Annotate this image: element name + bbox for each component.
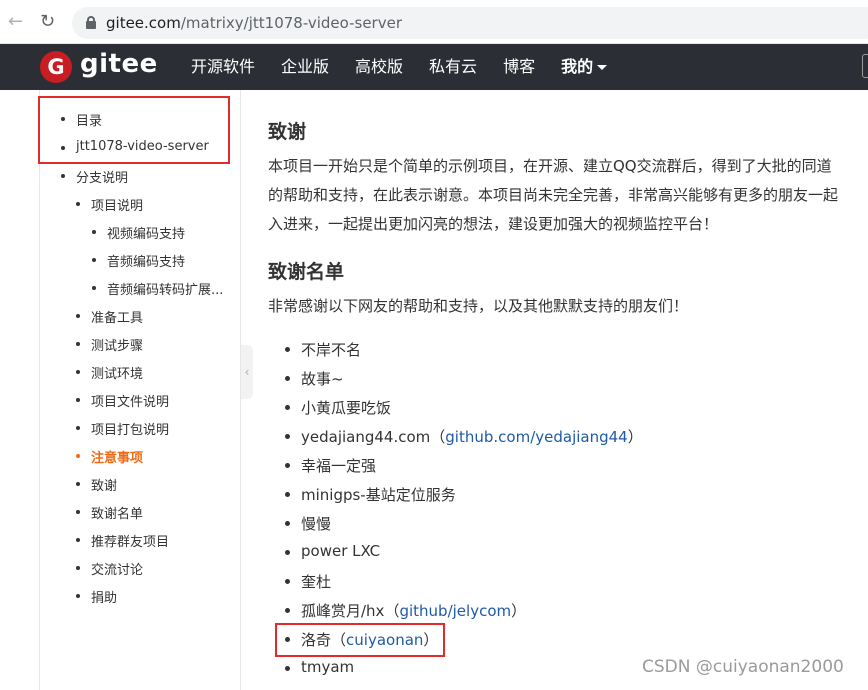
browser-toolbar: ← ↻ gitee.com/matrixy/jtt1078-video-serv… — [0, 0, 868, 44]
toc-item[interactable]: 致谢 — [75, 475, 117, 494]
toc-item[interactable]: 捐助 — [75, 587, 117, 606]
list-item: 奎杜 — [284, 573, 332, 591]
list-item: tmyam — [284, 658, 355, 676]
nav-blog[interactable]: 博客 — [503, 44, 535, 90]
list-item-text: 洛奇 — [301, 631, 332, 649]
nav-education[interactable]: 高校版 — [355, 44, 403, 90]
toc-item[interactable]: 交流讨论 — [75, 559, 143, 578]
toc-item-active[interactable]: 注意事项 — [75, 447, 143, 466]
nav-open-source[interactable]: 开源软件 — [191, 44, 255, 90]
paren-open: （ — [430, 428, 446, 446]
toc-item[interactable]: 测试步骤 — [75, 335, 143, 354]
site-header: G gitee 开源软件 企业版 高校版 私有云 博客 我的 — [0, 44, 868, 90]
thanks-line: 的帮助和支持，在此表示谢意。本项目尚未完全完善，非常高兴能够有更多的朋友一起 — [268, 186, 839, 204]
top-nav: 开源软件 企业版 高校版 私有云 博客 我的 — [191, 44, 633, 90]
toc-item[interactable]: 测试环境 — [75, 363, 143, 382]
paren-open: （ — [331, 631, 347, 649]
toc-item[interactable]: 项目文件说明 — [75, 391, 169, 410]
list-item: 故事~ — [285, 370, 344, 388]
github-link[interactable]: github/jelycom — [399, 602, 511, 620]
thanks-line: 入进来，一起提出更加闪亮的想法，建设更加强大的视频监控平台！ — [268, 215, 719, 233]
list-item-text: yedajiang44.com — [301, 428, 431, 446]
paren-open: （ — [384, 602, 400, 620]
toc-item[interactable]: 音频编码转码扩展... — [91, 279, 223, 298]
toc-item[interactable]: 视频编码支持 — [91, 223, 185, 242]
address-bar[interactable]: gitee.com/matrixy/jtt1078-video-server — [72, 7, 868, 39]
thanks-list-intro: 非常感谢以下网友的帮助和支持，以及其他默默支持的朋友们！ — [268, 297, 689, 315]
list-item: 不岸不名 — [284, 341, 362, 359]
list-item: yedajiang44.com（github.com/yedajiang44） — [285, 426, 643, 447]
url-path: /matrixy/jtt1078-video-server — [180, 14, 402, 32]
profile-link[interactable]: cuiyaonan — [346, 631, 423, 649]
back-arrow-icon[interactable]: ← — [8, 12, 23, 32]
sidebar-collapse-button[interactable]: ‹ — [241, 345, 253, 399]
url-domain: gitee.com — [106, 14, 181, 32]
list-item: minigps-基站定位服务 — [285, 486, 456, 504]
list-item: 慢慢 — [284, 515, 332, 533]
paren-close: ） — [423, 631, 439, 649]
header-edge-button[interactable] — [862, 54, 868, 78]
toc-sidebar: 目录 jtt1078-video-server 分支说明 项目说明 视频编码支持… — [39, 90, 241, 690]
thanks-heading: 致谢 — [268, 121, 307, 143]
toc-item[interactable]: 项目打包说明 — [75, 419, 169, 438]
toc-item[interactable]: 准备工具 — [75, 307, 143, 326]
nav-mine-dropdown[interactable]: 我的 — [561, 44, 608, 90]
toc-item[interactable]: 致谢名单 — [75, 503, 143, 522]
chevron-down-icon — [597, 65, 608, 70]
gitee-logo-text[interactable]: gitee — [80, 49, 158, 79]
nav-mine-label: 我的 — [561, 57, 594, 76]
csdn-watermark: CSDN @cuiyaonan2000 — [642, 657, 844, 677]
toc-item[interactable]: 项目说明 — [75, 195, 143, 214]
lock-icon[interactable] — [86, 16, 96, 29]
paren-close: ） — [511, 602, 527, 620]
list-item: 幸福一定强 — [284, 457, 377, 475]
list-item: 孤峰赏月/hx（github/jelycom） — [284, 600, 527, 621]
toc-item[interactable]: 分支说明 — [60, 167, 128, 186]
list-item-text: 孤峰赏月/hx — [301, 602, 385, 620]
list-item: 洛奇（cuiyaonan） — [284, 629, 439, 650]
toc-item[interactable]: 推荐群友项目 — [75, 531, 169, 550]
highlight-box-toc — [38, 96, 230, 164]
thanks-line: 本项目一开始只是个简单的示例项目，在开源、建立QQ交流群后，得到了大批的同道 — [268, 157, 832, 175]
github-link[interactable]: github.com/yedajiang44 — [445, 428, 627, 446]
chevron-left-icon: ‹ — [244, 365, 250, 379]
toc-item[interactable]: 音频编码支持 — [91, 251, 185, 270]
list-item: power LXC — [284, 542, 381, 560]
url-text[interactable]: gitee.com/matrixy/jtt1078-video-server — [106, 14, 402, 32]
reload-icon[interactable]: ↻ — [40, 12, 55, 32]
thanks-list-heading: 致谢名单 — [268, 261, 345, 283]
list-item: 小黄瓜要吃饭 — [284, 399, 392, 417]
nav-private-cloud[interactable]: 私有云 — [429, 44, 477, 90]
gitee-logo-icon[interactable]: G — [40, 51, 72, 83]
paren-close: ） — [627, 428, 643, 446]
nav-enterprise[interactable]: 企业版 — [281, 44, 329, 90]
